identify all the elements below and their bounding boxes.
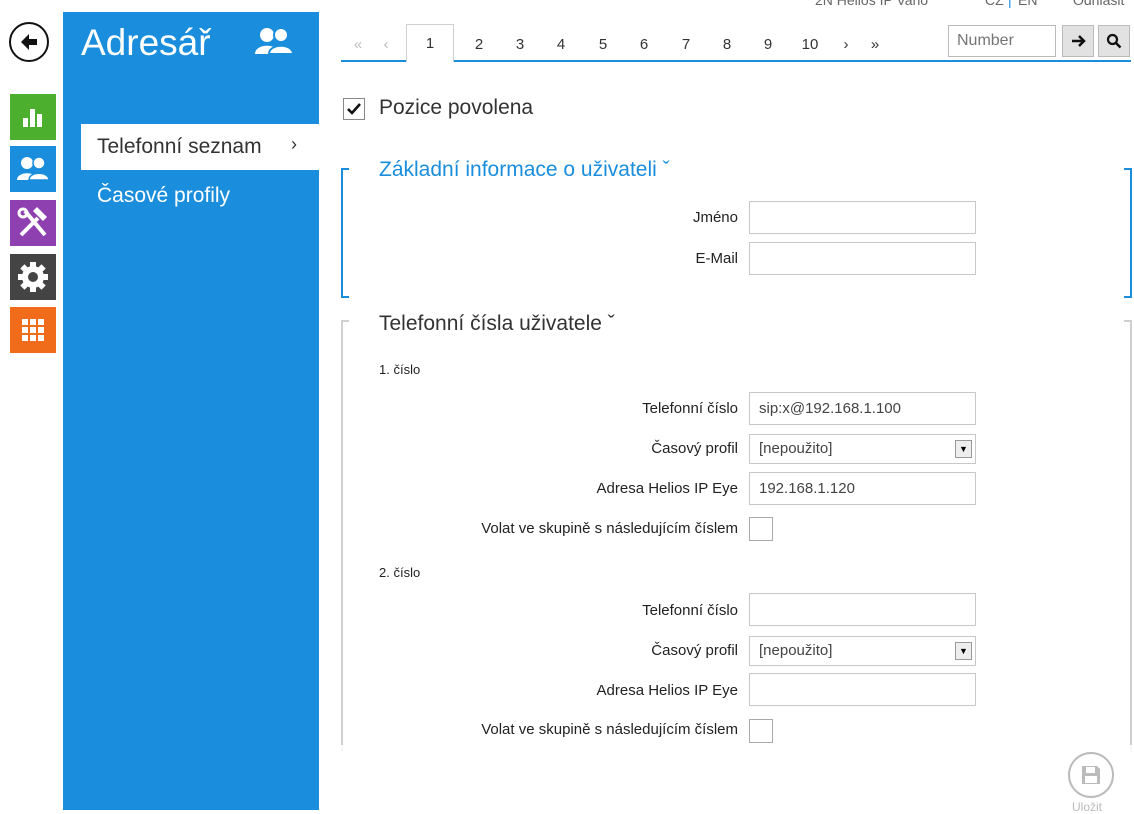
lang-separator: | [1008,0,1012,8]
phones-section-title[interactable]: Telefonní čísla uživatele ˇ [379,312,615,336]
ip-eye-field[interactable] [749,673,976,706]
back-icon [21,34,37,50]
logout-link[interactable]: Odhlásit [1073,0,1124,8]
pager-first[interactable]: « [350,30,366,60]
entry-enabled-checkbox[interactable] [343,98,365,120]
phone-number-field[interactable] [749,593,976,626]
group-call-label: Volat ve skupině s následujícím číslem [481,721,738,738]
stats-menu[interactable] [10,94,56,140]
section-bracket-left [341,320,349,752]
chevron-right-icon: › [291,134,297,154]
pager-last[interactable]: » [866,30,884,60]
back-button[interactable] [9,22,49,62]
pager-page[interactable]: 6 [635,30,653,60]
apps-menu[interactable] [10,307,56,353]
settings-menu[interactable] [10,254,56,300]
go-button[interactable] [1062,25,1094,57]
search-icon [1106,33,1122,49]
lang-en[interactable]: EN [1018,0,1037,8]
pager-page[interactable]: 2 [470,30,488,60]
number-heading: 1. číslo [379,362,421,377]
chart-icon [23,109,42,127]
section-bracket-right [1124,320,1132,752]
save-label: Uložit [1072,800,1103,814]
gear-icon [18,262,48,292]
chevron-down-icon: ▼ [955,642,972,660]
group-call-checkbox[interactable] [749,517,773,541]
group-call-label: Volat ve skupině s následujícím číslem [481,520,738,537]
pager-page-current[interactable]: 1 [406,24,454,62]
name-field[interactable] [749,201,976,234]
pager-next[interactable]: › [838,30,854,60]
section-bracket-right [1124,168,1132,298]
lang-cz[interactable]: CZ [985,0,1004,8]
pager-page[interactable]: 4 [552,30,570,60]
sidebar-item-label: Telefonní seznam [97,135,262,158]
time-profile-select[interactable]: [nepoužito] ▼ [749,434,976,464]
pager-page[interactable]: 7 [677,30,695,60]
pager-underline [341,60,1131,62]
email-field[interactable] [749,242,976,275]
time-profile-value: [nepoužito] [759,642,833,659]
group-call-checkbox[interactable] [749,719,773,743]
ip-eye-label: Adresa Helios IP Eye [596,480,738,497]
page-number-input[interactable] [948,25,1056,57]
pager-page[interactable]: 8 [718,30,736,60]
save-button[interactable] [1068,752,1114,798]
hardware-menu[interactable] [10,200,56,246]
device-name: 2N Helios IP Vario [815,0,929,8]
entry-enabled-label: Pozice povolena [379,96,534,119]
tools-icon [17,207,47,237]
sidebar-item-phonebook[interactable]: Telefonní seznam › [81,124,319,170]
sidebar: Adresář Telefonní seznam › Časové profil… [63,12,319,810]
floppy-icon [1082,766,1100,784]
time-profile-label: Časový profil [651,642,738,659]
number-heading: 2. číslo [379,565,421,580]
time-profile-select[interactable]: [nepoužito] ▼ [749,636,976,666]
time-profile-value: [nepoužito] [759,440,833,457]
pager-page[interactable]: 10 [797,30,823,60]
scroll-fade [320,745,1134,810]
pager-page[interactable]: 3 [511,30,529,60]
users-icon [253,26,295,61]
directory-menu[interactable] [10,146,56,192]
phone-number-label: Telefonní číslo [642,602,738,619]
chevron-down-icon: ▼ [955,440,972,458]
arrow-right-icon [1072,35,1086,47]
sidebar-title: Adresář [81,22,211,63]
name-label: Jméno [692,209,738,226]
section-bracket-left [341,168,349,298]
pager-page[interactable]: 9 [759,30,777,60]
user-info-section-title[interactable]: Základní informace o uživateli ˇ [379,158,670,182]
search-button[interactable] [1098,25,1130,57]
users-icon [17,156,50,181]
ip-eye-label: Adresa Helios IP Eye [596,682,738,699]
ip-eye-field[interactable]: 192.168.1.120 [749,472,976,505]
checkmark-icon [347,103,361,115]
phone-number-field[interactable]: sip:x@192.168.1.100 [749,392,976,425]
grid-icon [22,319,44,341]
sidebar-item-time-profiles[interactable]: Časové profily [97,184,230,208]
time-profile-label: Časový profil [651,440,738,457]
email-label: E-Mail [695,250,738,267]
pager-page[interactable]: 5 [594,30,612,60]
pager-prev[interactable]: ‹ [378,30,394,60]
phone-number-label: Telefonní číslo [642,400,738,417]
